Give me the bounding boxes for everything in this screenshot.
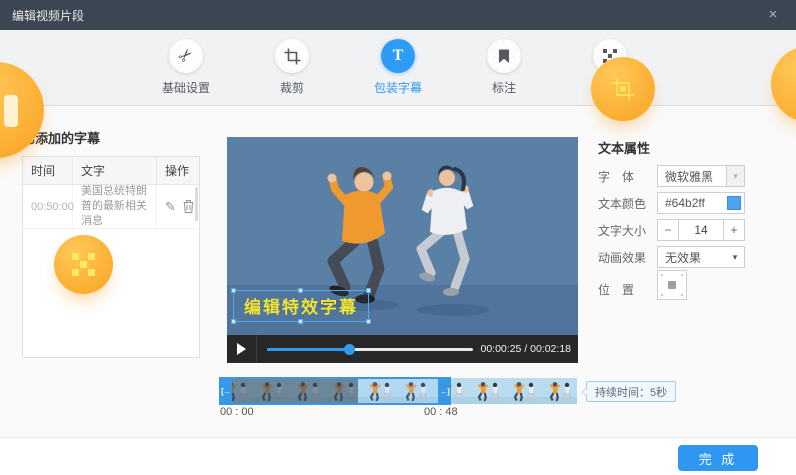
- timeline-end-time: 00 : 48: [424, 406, 458, 418]
- tool-basic-settings[interactable]: ✂ 基础设置: [155, 39, 217, 96]
- orange-badge-mosaic: [54, 235, 113, 294]
- time-display: 00:00:25 / 00:02:18: [481, 343, 572, 355]
- size-label: 文字大小: [598, 222, 650, 239]
- subtitle-table-header: 时间 文字 操作: [23, 157, 199, 185]
- size-value: 14: [679, 219, 723, 241]
- subtitle-overlay-box[interactable]: 编辑特效字幕: [233, 290, 369, 322]
- resize-handle[interactable]: [298, 288, 303, 293]
- minus-button[interactable]: −: [657, 219, 679, 241]
- tool-annotation[interactable]: 标注: [473, 39, 535, 96]
- table-row[interactable]: 00:50:00 美国总统特朗普的最新相关消息 ✎: [23, 185, 199, 229]
- tool-label: 裁剪: [280, 79, 304, 96]
- progress-knob[interactable]: [344, 344, 355, 355]
- bookmark-icon: [498, 49, 510, 64]
- text-icon: T: [393, 47, 404, 65]
- timeline-selection[interactable]: [→ ←]: [219, 377, 451, 405]
- animation-label: 动画效果: [598, 249, 650, 266]
- dialog-titlebar: 编辑视频片段 ×: [0, 0, 796, 30]
- resize-handle[interactable]: [231, 288, 236, 293]
- video-player: 编辑特效字幕 00:00:25 / 00:02:18: [227, 137, 578, 363]
- plus-button[interactable]: +: [723, 219, 745, 241]
- footer-bar: 完 成: [0, 437, 796, 475]
- resize-handle[interactable]: [231, 319, 236, 324]
- font-label: 字 体: [598, 168, 650, 185]
- tools-toolbar: ✂ 基础设置 裁剪 T 包装字幕 标注 马赛克: [0, 30, 796, 106]
- chevron-down-icon: ▾: [726, 252, 744, 263]
- tool-crop[interactable]: 裁剪: [261, 39, 323, 96]
- column-header-text: 文字: [73, 157, 157, 184]
- color-input[interactable]: #64b2ff: [657, 192, 745, 214]
- position-label: 位 置: [598, 281, 650, 298]
- animation-row: 动画效果 无效果 ▾: [598, 246, 790, 268]
- mosaic-icon: [72, 253, 95, 276]
- play-button[interactable]: [227, 335, 257, 363]
- edit-icon[interactable]: ✎: [165, 199, 176, 215]
- table-scrollbar[interactable]: [195, 187, 198, 221]
- font-select[interactable]: 微软雅黑 ▾: [657, 165, 745, 187]
- column-header-ops: 操作: [157, 157, 199, 184]
- trim-handle-left[interactable]: [→: [219, 377, 232, 405]
- progress-bar[interactable]: [267, 344, 473, 354]
- orange-badge-crop: [591, 57, 655, 121]
- resize-handle[interactable]: [298, 319, 303, 324]
- subtitle-text: 美国总统特朗普的最新相关消息: [73, 185, 157, 228]
- trim-handle-right[interactable]: ←]: [438, 377, 451, 405]
- scissors-icon: ✂: [174, 44, 198, 68]
- subtitle-overlay-text: 编辑特效字幕: [244, 298, 358, 317]
- tool-subtitle[interactable]: T 包装字幕: [367, 39, 429, 96]
- color-label: 文本颜色: [598, 195, 650, 212]
- font-row: 字 体 微软雅黑 ▾: [598, 165, 790, 187]
- dialog-title: 编辑视频片段: [12, 7, 84, 24]
- position-picker-button[interactable]: [657, 270, 687, 300]
- crop-icon: [284, 48, 301, 65]
- close-icon[interactable]: ×: [758, 0, 788, 30]
- size-stepper: − 14 +: [657, 219, 745, 241]
- animation-select[interactable]: 无效果 ▾: [657, 246, 745, 268]
- player-controls: 00:00:25 / 00:02:18: [227, 335, 578, 363]
- size-row: 文字大小 − 14 +: [598, 219, 790, 241]
- play-icon: [237, 343, 246, 355]
- duration-tooltip: 持续时间：5秒: [586, 381, 676, 402]
- properties-title: 文本属性: [598, 138, 650, 157]
- tool-label: 包装字幕: [374, 79, 422, 96]
- resize-handle[interactable]: [366, 288, 371, 293]
- tool-label: 标注: [492, 79, 516, 96]
- column-header-time: 时间: [23, 157, 73, 184]
- color-row: 文本颜色 #64b2ff: [598, 192, 790, 214]
- position-center-icon: [668, 281, 676, 289]
- delete-icon[interactable]: [183, 200, 194, 213]
- font-value: 微软雅黑: [658, 168, 726, 185]
- tool-label: 基础设置: [162, 79, 210, 96]
- video-screen[interactable]: 编辑特效字幕: [227, 137, 578, 335]
- rounded-rect-icon: [4, 95, 18, 127]
- color-swatch[interactable]: [727, 196, 741, 210]
- subtitle-time: 00:50:00: [23, 185, 73, 228]
- crop-icon: [611, 77, 635, 101]
- done-button[interactable]: 完 成: [678, 445, 758, 471]
- position-row: 位 置: [598, 278, 790, 300]
- animation-value: 无效果: [658, 249, 726, 266]
- timeline-start-time: 00 : 00: [220, 406, 254, 418]
- chevron-down-icon[interactable]: ▾: [726, 166, 744, 186]
- color-value: #64b2ff: [658, 196, 727, 210]
- resize-handle[interactable]: [366, 319, 371, 324]
